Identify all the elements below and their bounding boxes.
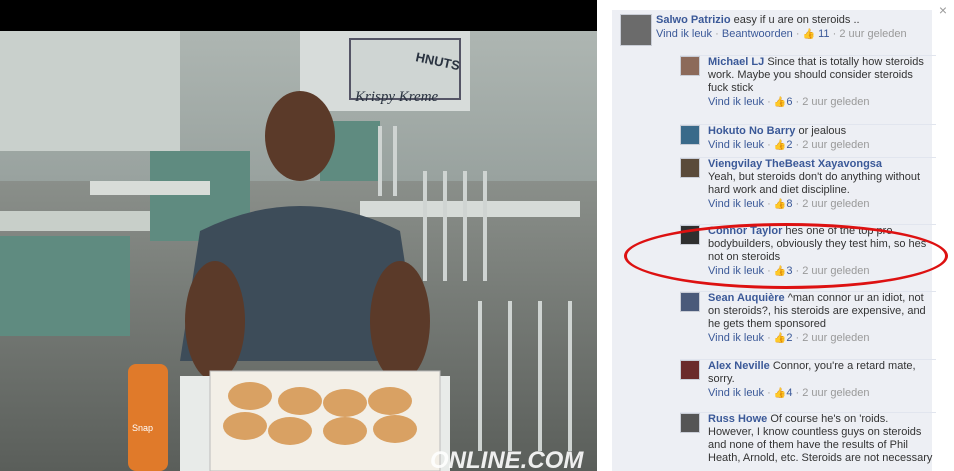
like-link[interactable]: Vind ik leuk [708, 198, 764, 210]
photo[interactable]: Krispy Kreme HNUTS Snap ONLINE.COM [0, 31, 597, 471]
thumbs-up-icon: 👍 [773, 140, 787, 151]
like-link[interactable]: Vind ik leuk [656, 28, 712, 40]
comment-author[interactable]: Michael LJ [708, 56, 764, 68]
comment-author[interactable]: Hokuto No Barry [708, 125, 795, 137]
comment-author[interactable]: Alex Neville [708, 360, 770, 372]
reply-comment: Hokuto No Barry or jealous Vind ik leuk … [680, 124, 936, 151]
comment-text: Yeah, but steroids don't do anything wit… [708, 171, 921, 196]
comment-time: 2 uur geleden [802, 332, 870, 344]
like-link[interactable]: Vind ik leuk [708, 139, 764, 151]
thumbs-up-icon: 👍 [773, 388, 787, 399]
thumbs-up-icon: 👍 [773, 199, 787, 210]
reply-link[interactable]: Beantwoorden [722, 28, 793, 40]
like-count[interactable]: 2 [786, 332, 792, 344]
avatar[interactable] [680, 360, 700, 380]
comment-author[interactable]: Viengvilay TheBeast Xayavongsa [708, 158, 882, 170]
like-count[interactable]: 6 [786, 96, 792, 108]
comment-time: 2 uur geleden [802, 139, 870, 151]
comment-time: 2 uur geleden [802, 96, 870, 108]
comment-time: 2 uur geleden [802, 198, 870, 210]
comment-time: 2 uur geleden [839, 28, 907, 40]
reply-comment: Michael LJ Since that is totally how ste… [680, 55, 936, 108]
comment-author[interactable]: Sean Auquière [708, 292, 785, 304]
avatar[interactable] [680, 158, 700, 178]
avatar[interactable] [620, 14, 652, 46]
watermark: ONLINE.COM [430, 447, 584, 471]
comment-author[interactable]: Russ Howe [708, 413, 767, 425]
photo-viewer: Krispy Kreme HNUTS Snap ONLINE.COM [0, 0, 597, 471]
like-link[interactable]: Vind ik leuk [708, 387, 764, 399]
thumbs-up-icon: 👍 [802, 29, 816, 40]
avatar[interactable] [680, 56, 700, 76]
thumbs-up-icon: 👍 [773, 97, 787, 108]
thumbs-up-icon: 👍 [773, 333, 787, 344]
reply-comment: Russ Howe Of course he's on 'roids. Howe… [680, 412, 936, 464]
sign-text: Krispy Kreme [354, 89, 439, 105]
photo-image: Krispy Kreme HNUTS Snap ONLINE.COM [0, 31, 597, 471]
comment-meta: Vind ik leuk · Beantwoorden · 👍 11 · 2 u… [656, 28, 907, 40]
reply-comment: Viengvilay TheBeast Xayavongsa Yeah, but… [680, 157, 936, 210]
reply-comment: Sean Auquière ^man connor ur an idiot, n… [680, 291, 936, 344]
comment-author[interactable]: Salwo Patrizio [656, 14, 731, 26]
comment-time: 2 uur geleden [802, 387, 870, 399]
red-highlight-circle [624, 223, 948, 289]
like-count[interactable]: 2 [786, 139, 792, 151]
close-icon[interactable]: × [939, 2, 947, 18]
avatar[interactable] [680, 125, 700, 145]
comment-text: easy if u are on steroids .. [733, 14, 860, 26]
like-count[interactable]: 8 [786, 198, 792, 210]
comment-text: or jealous [798, 125, 847, 137]
avatar[interactable] [680, 292, 700, 312]
avatar[interactable] [680, 413, 700, 433]
bottle-label: Snap [132, 423, 153, 433]
like-link[interactable]: Vind ik leuk [708, 332, 764, 344]
like-count[interactable]: 11 [818, 28, 829, 40]
like-count[interactable]: 4 [786, 387, 792, 399]
like-link[interactable]: Vind ik leuk [708, 96, 764, 108]
reply-comment: Alex Neville Connor, you're a retard mat… [680, 359, 936, 399]
comment-body: Salwo Patrizio easy if u are on steroids… [656, 14, 932, 41]
